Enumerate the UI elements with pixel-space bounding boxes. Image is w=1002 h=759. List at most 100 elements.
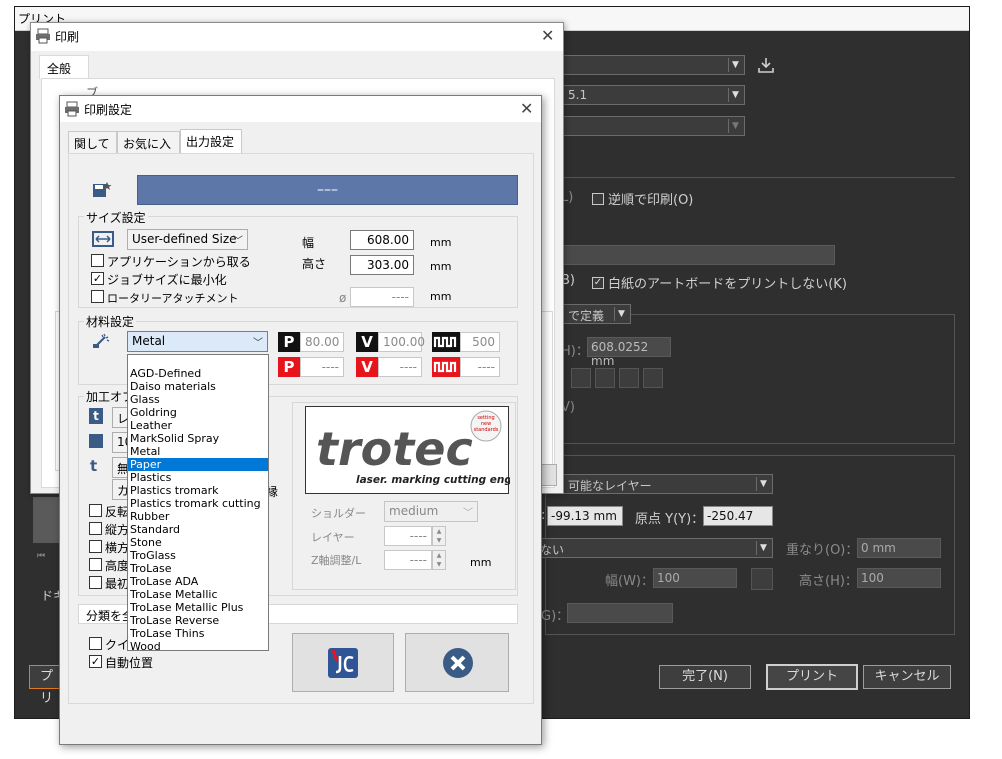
g-field[interactable] [567, 603, 673, 623]
material-option[interactable]: TroLase Metallic Plus [128, 601, 268, 614]
save-favorite-icon[interactable] [92, 181, 112, 199]
material-option[interactable]: TroLase [128, 562, 268, 575]
frequency-icon-2 [432, 357, 460, 377]
landscape-icon[interactable] [595, 368, 615, 388]
material-option[interactable]: AGD-Defined [128, 367, 268, 380]
material-option[interactable]: Plastics tromark cutting [128, 497, 268, 510]
scale-select-value: ない [540, 543, 565, 557]
material-option[interactable]: Plastics [128, 471, 268, 484]
download-icon[interactable] [757, 57, 775, 73]
from-app-label: アプリケーションから取る [107, 255, 251, 269]
material-option[interactable]: Glass [128, 393, 268, 406]
printer-select[interactable]: ▼ [563, 55, 745, 75]
chevron-down-icon: ﹀ [253, 338, 263, 349]
reverse-print-checkbox[interactable] [592, 191, 604, 205]
velocity-input[interactable]: 100.00 [378, 332, 425, 352]
chk-advanced[interactable] [89, 558, 102, 571]
velocity-input-2[interactable]: ---- [378, 357, 422, 377]
power-input[interactable]: 80.00 [300, 332, 344, 352]
disabled-select[interactable]: ▼ [563, 116, 745, 136]
trotec-logo: trotec laser. marking cutting engraving … [305, 406, 550, 494]
settings-title: 印刷設定 [84, 103, 133, 117]
material-dropdown-list[interactable]: AGD-Defined Daiso materials Glass Goldring L… [127, 354, 269, 653]
from-app-checkbox[interactable] [91, 254, 104, 267]
tab-output-settings[interactable]: 出力設定 [180, 129, 242, 153]
tab-about[interactable]: 関して [68, 131, 117, 153]
cancel-settings-button[interactable] [405, 633, 509, 692]
material-option[interactable]: Metal [128, 445, 268, 458]
scale-select[interactable]: ない ▼ [535, 538, 773, 558]
material-option[interactable]: TroLase Reverse [128, 614, 268, 627]
material-option[interactable]: TroLase Metallic [128, 588, 268, 601]
velocity-icon-2: V [356, 357, 378, 377]
material-option[interactable]: Rubber [128, 510, 268, 523]
power-input-2[interactable]: ---- [300, 357, 344, 377]
material-option[interactable]: Daiso materials [128, 380, 268, 393]
material-option[interactable]: TroGlass [128, 549, 268, 562]
chk-invert[interactable] [89, 504, 102, 517]
link-icon[interactable] [751, 568, 773, 590]
chk-first[interactable] [89, 576, 102, 589]
h-field[interactable]: 100 [857, 568, 941, 588]
portrait-icon[interactable] [571, 368, 591, 388]
done-button[interactable]: 完了(N) [659, 665, 751, 689]
layer-input[interactable]: ---- [384, 526, 432, 546]
width-prefix: H)： [561, 344, 589, 359]
auto-position-checkbox[interactable]: ✓ [89, 655, 102, 668]
height-unit: mm [430, 260, 452, 273]
material-option[interactable]: Leather [128, 419, 268, 432]
material-option[interactable]: Stone [128, 536, 268, 549]
shoulder-combo[interactable]: medium ﹀ [384, 501, 478, 522]
cancel-button[interactable]: キャンセル [863, 665, 951, 689]
material-option[interactable]: Paper [128, 458, 268, 471]
material-option[interactable]: TroLase Thins [128, 627, 268, 640]
height-input[interactable]: 303.00 [350, 255, 414, 275]
chk-vertical[interactable] [89, 522, 102, 535]
size-combo[interactable]: User-defined Size ﹀ [127, 229, 248, 250]
tab-general[interactable]: 全般 [39, 55, 89, 79]
quick-checkbox[interactable] [89, 637, 102, 650]
ppd-select-value: 5.1 [568, 88, 588, 102]
origin-x-field[interactable]: -99.13 mm [547, 506, 623, 526]
material-option[interactable]: TroLase ADA [128, 575, 268, 588]
chevron-down-icon: ﹀ [463, 508, 473, 519]
rotary-checkbox[interactable] [91, 290, 104, 303]
material-option[interactable]: Standard [128, 523, 268, 536]
material-option[interactable]: Wood [128, 640, 268, 653]
frequency-input[interactable]: 500 [460, 332, 500, 352]
material-icon [92, 333, 112, 349]
material-combo[interactable]: Metal ﹀ [127, 331, 268, 352]
material-option[interactable]: MarkSolid Spray [128, 432, 268, 445]
close-icon[interactable]: ✕ [520, 99, 533, 118]
overlap-field[interactable]: 0 mm [857, 538, 941, 558]
close-icon[interactable]: ✕ [541, 26, 554, 45]
portrait-flip-icon[interactable] [619, 368, 639, 388]
z-spinner[interactable]: ▲ ▼ [432, 550, 446, 570]
frequency-input-2[interactable]: ---- [460, 357, 500, 377]
layer-select[interactable]: 可能なレイヤー ▼ [563, 474, 773, 494]
chk-horizontal[interactable] [89, 540, 102, 553]
layer-spinner[interactable]: ▲ ▼ [432, 526, 446, 546]
diameter-input[interactable]: ---- [350, 287, 414, 307]
define-select[interactable]: で定義 ▼ [563, 304, 631, 324]
landscape-flip-icon[interactable] [643, 368, 663, 388]
skip-blank-checkbox[interactable]: ✓ [592, 275, 604, 289]
width-unit: mm [430, 236, 452, 249]
tab-favorites[interactable]: お気に入り [117, 131, 180, 168]
print-title: 印刷 [55, 30, 80, 44]
z-label: Z軸調整/L [311, 554, 362, 567]
material-option[interactable]: Plastics tromark [128, 484, 268, 497]
velocity-icon: V [356, 332, 378, 352]
material-option[interactable]: Goldring [128, 406, 268, 419]
first-page-icon[interactable]: ⏮ [37, 551, 45, 561]
width-input[interactable]: 608.00 [350, 230, 414, 250]
print-button[interactable]: プリント [766, 664, 858, 690]
origin-y-field[interactable]: -250.47 mr [703, 506, 773, 526]
z-input[interactable]: ---- [384, 550, 432, 570]
w-field[interactable]: 100 [653, 568, 737, 588]
job-control-button[interactable] [292, 633, 394, 692]
ppd-select[interactable]: 5.1 ▼ [563, 85, 745, 105]
minimize-job-checkbox[interactable]: ✓ [91, 272, 104, 285]
width-field[interactable]: 608.0252 mm [587, 337, 671, 368]
job-banner: ––– [137, 175, 518, 205]
